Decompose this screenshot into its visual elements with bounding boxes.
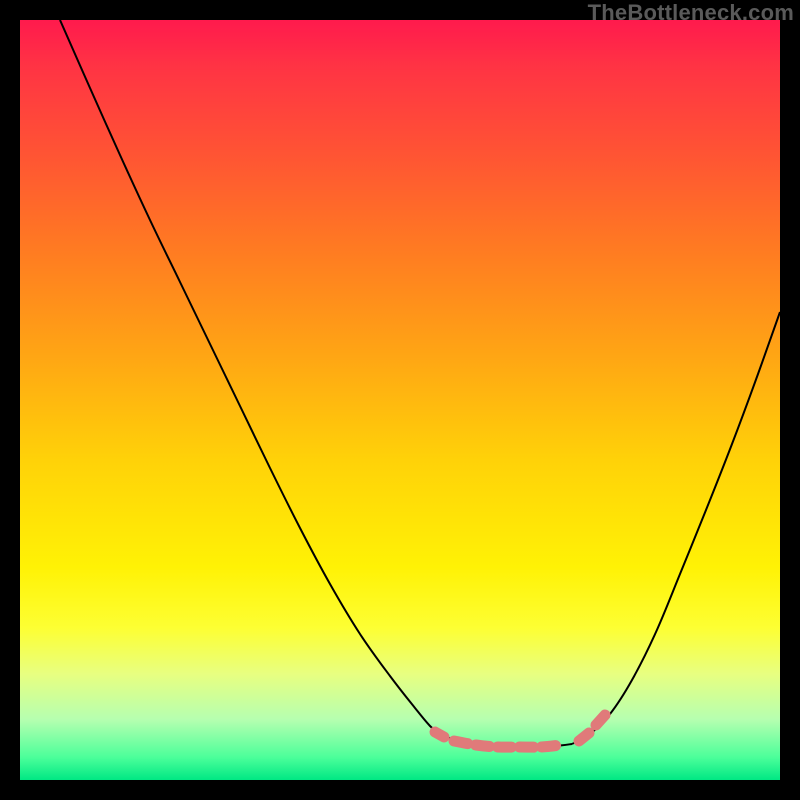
dotted-marker-right-a — [579, 733, 589, 741]
dotted-marker-main — [454, 741, 561, 747]
dotted-marker-right-b — [596, 715, 605, 725]
plot-area — [20, 20, 780, 780]
watermark-text: TheBottleneck.com — [588, 0, 794, 26]
curve-right — [572, 312, 780, 744]
dotted-marker-left — [435, 732, 444, 737]
chart-svg — [20, 20, 780, 780]
curve-left — [60, 20, 440, 734]
